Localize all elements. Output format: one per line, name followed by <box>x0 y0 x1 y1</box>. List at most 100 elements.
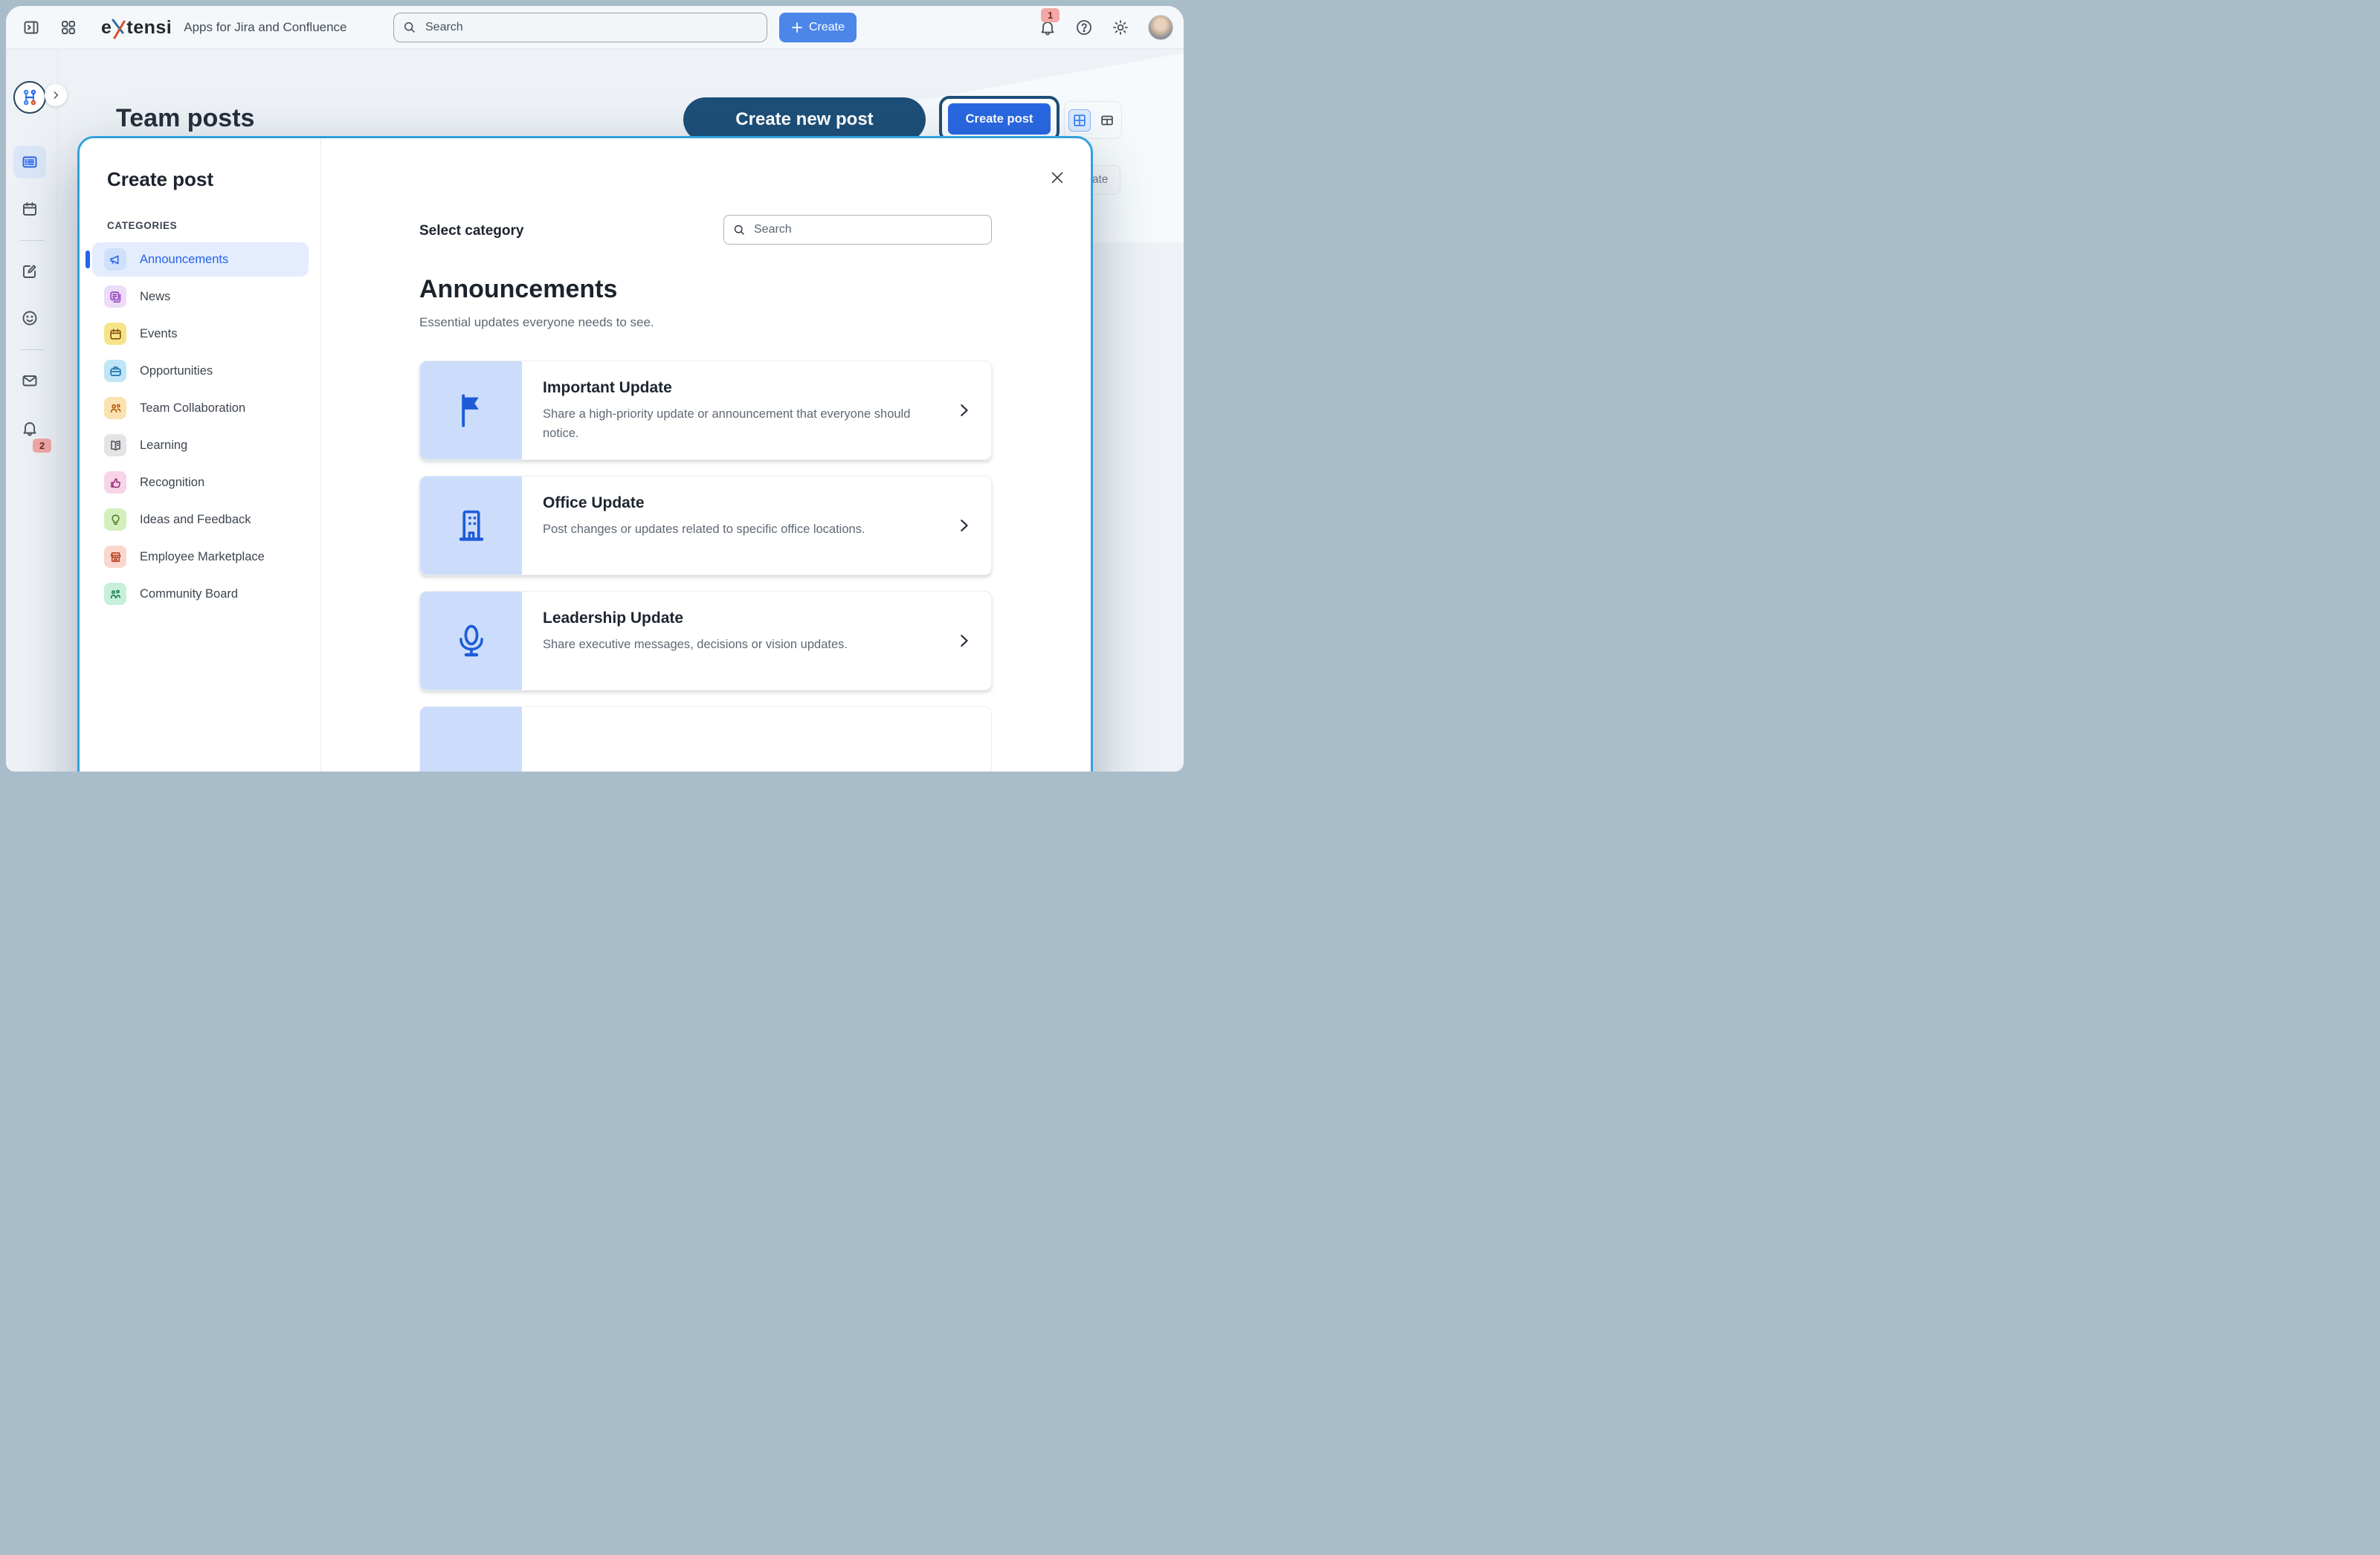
category-item-employee-marketplace[interactable]: Employee Marketplace <box>92 540 309 574</box>
calendar-icon <box>21 200 39 218</box>
bell-icon <box>21 419 39 437</box>
card-title: Important Update <box>543 379 939 397</box>
global-search-input[interactable] <box>424 20 758 35</box>
logo-text-suffix: tensi <box>126 19 172 37</box>
sidebar-notification-badge: 2 <box>33 439 51 453</box>
sidebar-item-reactions[interactable] <box>13 302 46 334</box>
flag-icon <box>420 361 522 459</box>
briefcase-icon <box>104 360 126 382</box>
panel-toggle-icon[interactable] <box>22 19 40 36</box>
thumbs-up-icon <box>104 471 126 494</box>
category-search-field[interactable] <box>723 215 992 245</box>
create-new-post-tooltip-button[interactable]: Create new post <box>683 97 926 142</box>
sidebar-item-calendar[interactable] <box>13 193 46 225</box>
card-description: Share executive messages, decisions or v… <box>543 635 848 654</box>
extensi-logo[interactable]: e tensi <box>101 18 172 37</box>
category-item-team-collaboration[interactable]: Team Collaboration <box>92 391 309 425</box>
grid-view-icon <box>1071 112 1088 129</box>
card-leadership-update[interactable]: Leadership Update Share executive messag… <box>419 591 992 691</box>
card-title: Leadership Update <box>543 610 848 627</box>
topbar: e tensi Apps for Jira and Confluence Cre… <box>6 6 1184 49</box>
topbar-right: 1 <box>1039 6 1173 49</box>
global-search[interactable] <box>393 13 767 42</box>
category-label: Events <box>140 327 177 341</box>
category-item-opportunities[interactable]: Opportunities <box>92 354 309 388</box>
logo-x-icon <box>111 18 127 40</box>
chevron-right-icon <box>955 633 972 649</box>
category-label: Learning <box>140 439 187 453</box>
user-avatar[interactable] <box>1148 15 1173 40</box>
sidebar-item-compose[interactable] <box>13 255 46 288</box>
view-toggle-group <box>1064 101 1122 139</box>
topbar-create-label: Create <box>809 21 845 34</box>
app-grid-icon[interactable] <box>59 19 77 36</box>
create-new-post-label: Create new post <box>735 109 873 130</box>
category-search-input[interactable] <box>752 222 982 237</box>
community-icon <box>104 583 126 605</box>
category-item-recognition[interactable]: Recognition <box>92 465 309 500</box>
category-item-news[interactable]: News <box>92 279 309 314</box>
category-label: Opportunities <box>140 364 213 378</box>
category-label: Employee Marketplace <box>140 550 265 564</box>
modal-title: Create post <box>107 168 213 191</box>
help-icon[interactable] <box>1075 19 1093 36</box>
card-partial[interactable] <box>419 706 992 772</box>
chevron-right-icon <box>955 517 972 534</box>
card-description: Post changes or updates related to speci… <box>543 520 865 539</box>
table-view-button[interactable] <box>1096 109 1118 132</box>
workspace-logo-icon[interactable] <box>13 81 46 114</box>
compose-icon <box>21 262 39 280</box>
book-icon <box>104 434 126 456</box>
category-label: Recognition <box>140 476 204 490</box>
category-heading: Announcements <box>419 275 617 304</box>
create-post-highlight-ring: Create post <box>939 96 1060 142</box>
card-description: Share a high-priority update or announce… <box>543 404 939 444</box>
topbar-create-button[interactable]: Create <box>779 13 857 42</box>
category-item-events[interactable]: Events <box>92 317 309 351</box>
card-title: Office Update <box>543 494 865 512</box>
envelope-icon <box>21 372 39 389</box>
category-label: Announcements <box>140 253 228 267</box>
category-item-learning[interactable]: Learning <box>92 428 309 462</box>
logo-text-prefix: e <box>101 19 112 37</box>
building-icon <box>420 476 522 575</box>
plus-icon <box>791 22 803 33</box>
rail-divider <box>19 240 45 241</box>
card-office-update[interactable]: Office Update Post changes or updates re… <box>419 476 992 575</box>
sidebar-item-posts[interactable] <box>13 146 46 178</box>
category-label: Ideas and Feedback <box>140 513 251 527</box>
page-title: Team posts <box>116 104 254 133</box>
modal-category-panel: Create post CATEGORIES Announcements New… <box>80 138 321 772</box>
expand-sidebar-button[interactable] <box>45 84 67 106</box>
category-item-ideas-and-feedback[interactable]: Ideas and Feedback <box>92 502 309 537</box>
category-label: Team Collaboration <box>140 401 245 416</box>
card-body: Important Update Share a high-priority u… <box>522 361 991 459</box>
grid-view-button[interactable] <box>1068 109 1091 132</box>
categories-section-label: CATEGORIES <box>107 220 177 231</box>
select-category-label: Select category <box>419 223 523 239</box>
create-post-modal: Create post CATEGORIES Announcements New… <box>77 136 1093 772</box>
gear-icon[interactable] <box>1112 19 1129 36</box>
sidebar-item-messages[interactable] <box>13 364 46 397</box>
notifications-bell-icon[interactable]: 1 <box>1039 19 1057 36</box>
megaphone-icon <box>104 248 126 271</box>
posts-list-icon <box>21 153 39 171</box>
modal-detail-panel: Select category Announcements Essential … <box>321 138 1091 772</box>
category-item-community-board[interactable]: Community Board <box>92 577 309 611</box>
calendar-icon <box>104 323 126 345</box>
smiley-icon <box>21 309 39 327</box>
search-icon <box>733 224 746 236</box>
category-subtitle: Essential updates everyone needs to see. <box>419 315 654 330</box>
close-icon[interactable] <box>1046 167 1068 189</box>
card-body: Leadership Update Share executive messag… <box>522 592 900 690</box>
storefront-icon <box>104 546 126 568</box>
category-list: Announcements News Events <box>92 242 309 611</box>
card-important-update[interactable]: Important Update Share a high-priority u… <box>419 361 992 460</box>
create-post-button[interactable]: Create post <box>948 103 1051 135</box>
post-type-card-list: Important Update Share a high-priority u… <box>419 361 992 772</box>
left-rail: 2 <box>6 49 58 772</box>
category-label: Community Board <box>140 587 238 601</box>
category-item-announcements[interactable]: Announcements <box>92 242 309 277</box>
chevron-right-icon <box>51 90 61 100</box>
app-title: Apps for Jira and Confluence <box>184 20 346 35</box>
